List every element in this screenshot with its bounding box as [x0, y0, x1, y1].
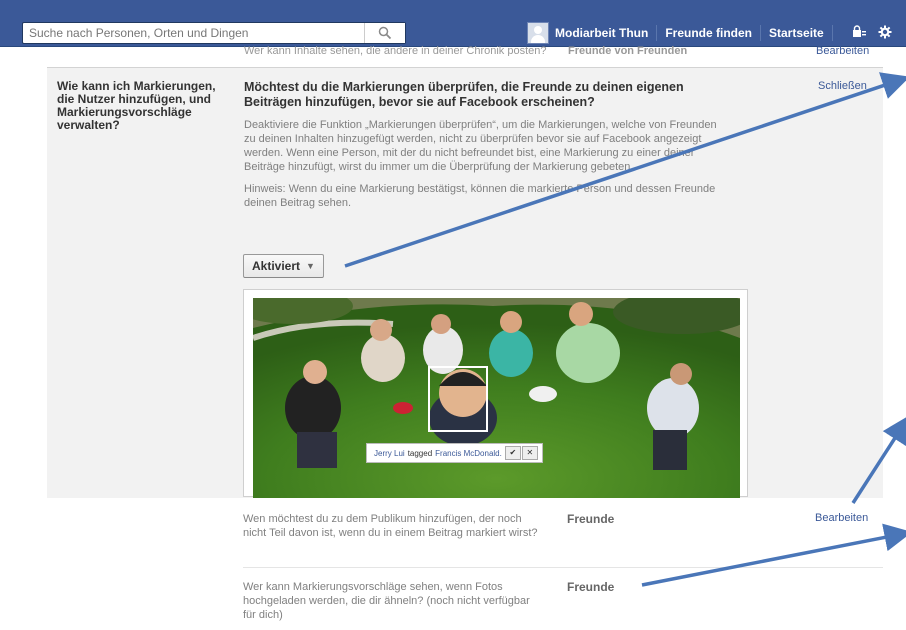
partial-row-value: Freunde von Freunden — [568, 46, 688, 56]
setting-hint: Hinweis: Wenn du eine Markierung bestäti… — [244, 183, 716, 209]
privacy-shortcuts-icon[interactable] — [852, 25, 866, 39]
edit-link[interactable]: Bearbeiten — [815, 512, 868, 524]
partial-settings-row: Wer kann Inhalte sehen, die andere in de… — [244, 46, 884, 56]
nav-divider — [831, 25, 833, 41]
setting-heading: Möchtest du die Markierungen überprüfen,… — [244, 80, 684, 109]
top-bar: Modiarbeit Thun Freunde finden Startseit… — [0, 0, 906, 47]
tag-bubble: Jerry Lui tagged Francis McDonald. ✔ ✕ — [366, 443, 543, 463]
row-value: Freunde — [567, 580, 615, 594]
search-input[interactable] — [23, 23, 369, 43]
find-friends-link[interactable]: Freunde finden — [665, 26, 752, 40]
tagged-name: Francis McDonald. — [435, 448, 502, 458]
close-link[interactable]: Schließen — [818, 80, 867, 92]
search-box — [22, 22, 406, 44]
search-button[interactable] — [364, 23, 405, 43]
example-photo-frame — [243, 289, 748, 498]
reject-tag-button[interactable]: ✕ — [521, 446, 538, 460]
partial-row-edit-link[interactable]: Bearbeiten — [816, 46, 869, 56]
setting-detail: Möchtest du die Markierungen überprüfen,… — [244, 80, 724, 210]
tag-verb: tagged — [407, 448, 433, 458]
confirm-tag-button[interactable]: ✔ — [504, 446, 521, 460]
arrow-to-suggestions-row — [641, 523, 906, 587]
nav-divider — [656, 25, 658, 41]
profile-link[interactable]: Modiarbeit Thun — [555, 26, 648, 40]
avatar[interactable] — [527, 22, 549, 44]
home-link[interactable]: Startseite — [769, 26, 824, 40]
row-value: Freunde — [567, 512, 615, 526]
partial-row-question: Wer kann Inhalte sehen, die andere in de… — [244, 46, 547, 56]
group-photo — [253, 298, 740, 498]
nav-divider — [760, 25, 761, 41]
setting-description: Deaktiviere die Funktion „Markierungen ü… — [244, 119, 717, 173]
section-question: Wie kann ich Markierungen, die Nutzer hi… — [57, 79, 216, 132]
top-nav: Modiarbeit Thun Freunde finden Startseit… — [527, 20, 841, 46]
gear-icon[interactable] — [878, 25, 892, 39]
chevron-down-icon: ▼ — [306, 261, 315, 271]
tagger-name: Jerry Lui — [374, 448, 405, 458]
row-divider — [243, 567, 883, 568]
search-icon — [378, 26, 392, 40]
row-question: Wen möchtest du zu dem Publikum hinzufüg… — [243, 513, 538, 539]
nav-icons — [852, 25, 892, 39]
dropdown-value: Aktiviert — [252, 259, 301, 273]
face-tag-box — [428, 366, 488, 432]
group-photo-illustration — [253, 298, 740, 498]
row-question: Wer kann Markierungsvorschläge sehen, we… — [243, 581, 530, 621]
tag-review-dropdown[interactable]: Aktiviert ▼ — [243, 254, 324, 278]
